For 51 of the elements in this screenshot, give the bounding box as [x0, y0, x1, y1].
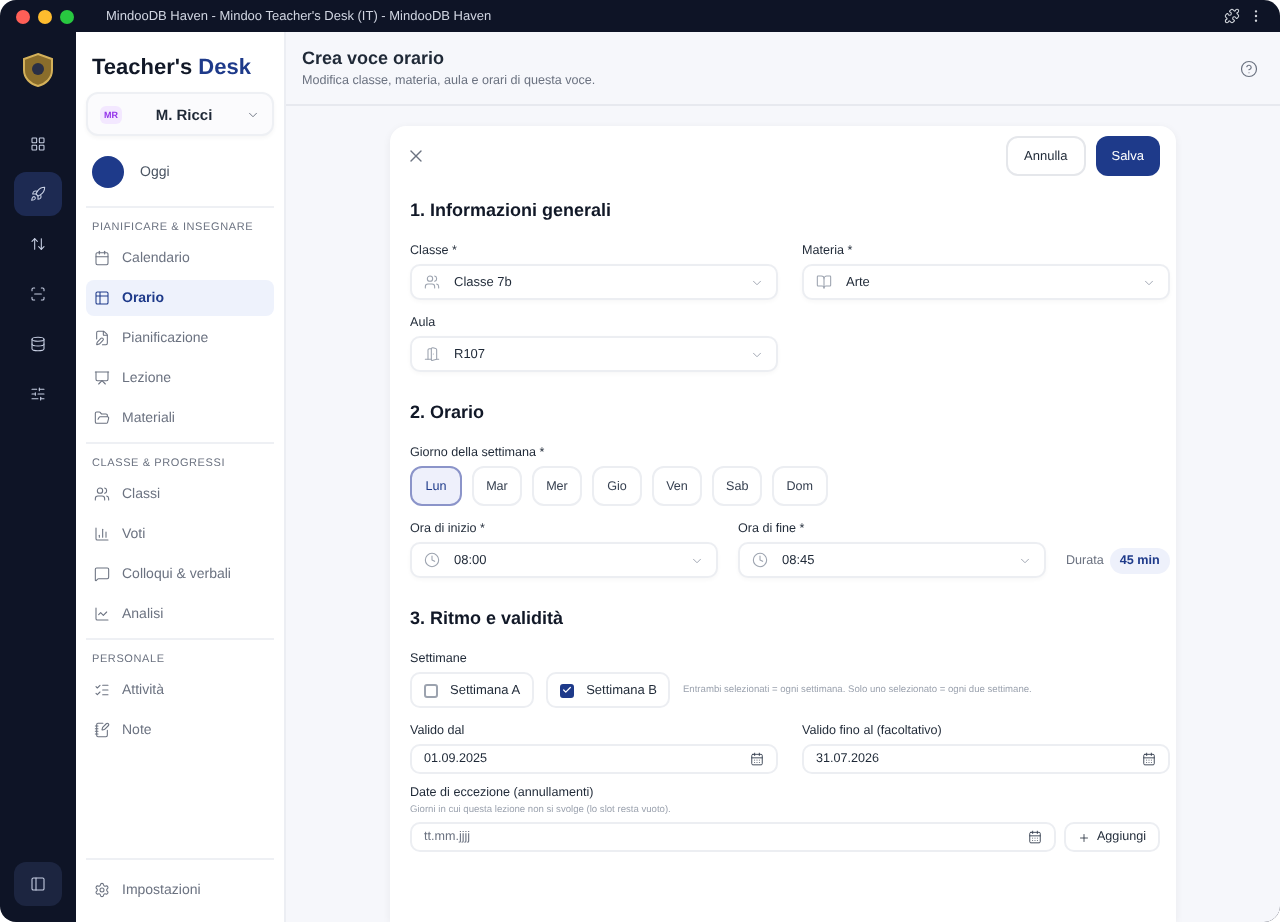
- calendar-icon: [94, 250, 110, 266]
- chevron-down-icon: [690, 553, 704, 567]
- chevron-down-icon: [246, 107, 260, 121]
- rocket-icon: [30, 186, 46, 202]
- notebook-icon: [94, 722, 110, 738]
- close-icon: [406, 146, 426, 166]
- section-heading: 1. Informazioni generali: [410, 200, 614, 220]
- panel-icon: [30, 876, 46, 892]
- section-heading: 3. Ritmo e validità: [410, 608, 566, 628]
- scan-icon: [30, 286, 46, 302]
- checkbox[interactable]: [560, 683, 575, 697]
- book-icon: [816, 274, 832, 290]
- calendar-icon: [1028, 830, 1043, 844]
- clock-icon: [752, 552, 768, 568]
- checkbox[interactable]: [424, 683, 438, 697]
- file-pen-icon: [94, 330, 110, 346]
- sidebar-toggle-button[interactable]: [14, 862, 62, 906]
- database-icon: [30, 336, 46, 352]
- calendar-icon: [1142, 752, 1156, 766]
- table-icon: [94, 290, 110, 306]
- puzzle-icon: [1224, 8, 1240, 24]
- door-icon: [424, 346, 440, 362]
- section-heading: 2. Orario: [410, 402, 487, 422]
- checklist-icon: [94, 682, 110, 698]
- users-icon: [424, 274, 440, 290]
- chevron-down-icon: [750, 275, 764, 289]
- sliders-icon: [30, 386, 46, 402]
- maximize-window-dot[interactable]: [60, 9, 74, 23]
- bar-chart-icon: [94, 526, 110, 542]
- grid-icon: [30, 136, 46, 152]
- plus-icon: [1078, 831, 1091, 843]
- app-brand: Teacher's Desk: [90, 54, 253, 84]
- sort-icon: [30, 236, 46, 252]
- calendar-icon: [750, 752, 764, 766]
- chevron-down-icon: [1018, 553, 1032, 567]
- presentation-icon: [94, 370, 110, 386]
- chevron-down-icon: [750, 347, 764, 361]
- close-window-dot[interactable]: [16, 9, 30, 23]
- shield-logo-icon: [22, 52, 54, 88]
- page-title: Crea voce orario: [302, 48, 447, 68]
- minimize-window-dot[interactable]: [38, 9, 52, 23]
- line-chart-icon: [94, 606, 110, 622]
- chevron-down-icon: [1142, 275, 1156, 289]
- folder-icon: [94, 410, 110, 426]
- settings-icon: [94, 882, 110, 898]
- rail-button[interactable]: [14, 172, 62, 216]
- users-icon: [94, 486, 110, 502]
- help-icon: [1240, 59, 1258, 77]
- message-icon: [94, 566, 110, 582]
- clock-icon: [424, 552, 440, 568]
- mascot-avatar: [92, 156, 124, 188]
